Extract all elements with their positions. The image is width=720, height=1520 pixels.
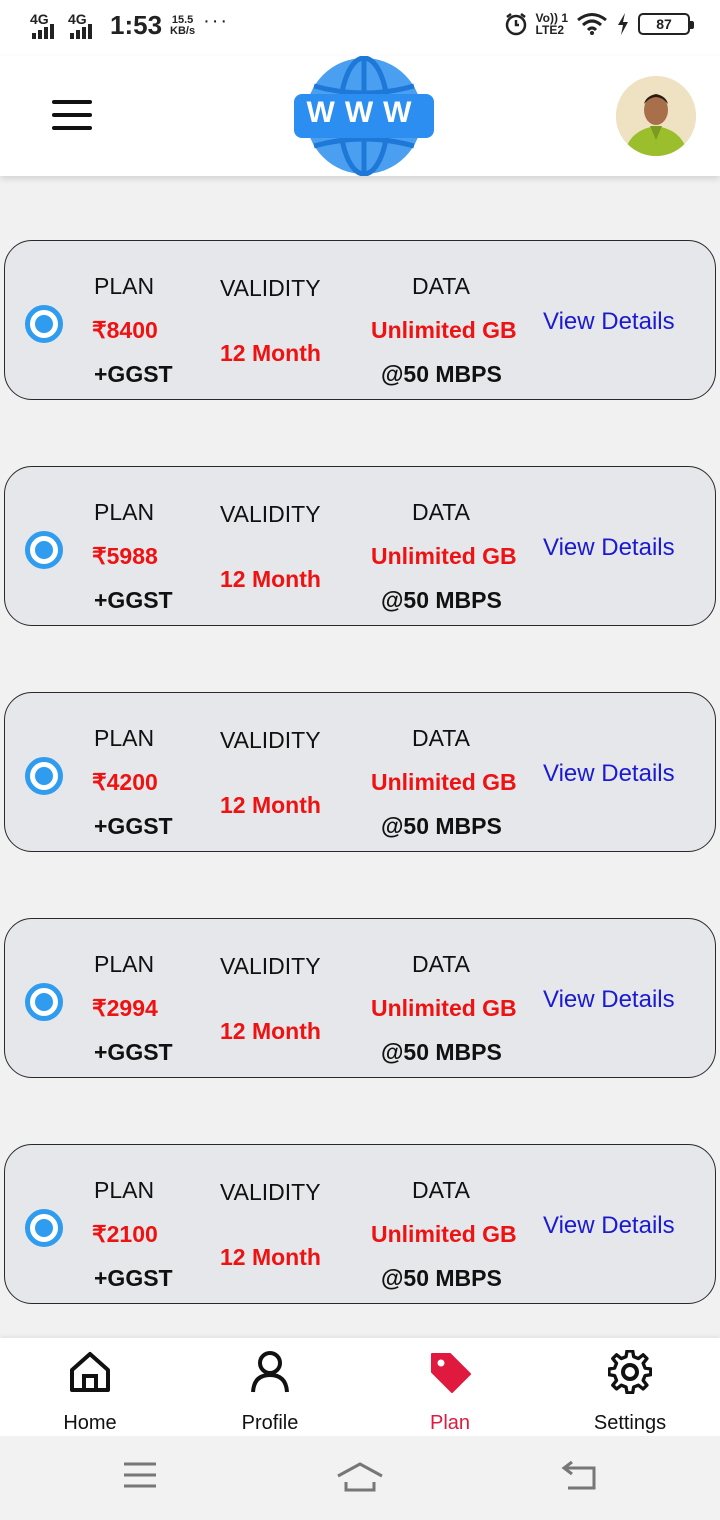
plan-card[interactable]: PLAN ₹8400 +GGST VALIDITY 12 Month DATA Unlimi… bbox=[4, 240, 716, 400]
plan-validity: 12 Month bbox=[220, 340, 321, 366]
avatar[interactable] bbox=[616, 76, 696, 156]
plan-data: Unlimited GB bbox=[371, 995, 517, 1021]
plan-price: ₹2100 bbox=[92, 1221, 158, 1247]
validity-label: VALIDITY bbox=[220, 953, 321, 979]
plan-radio-button[interactable] bbox=[25, 757, 63, 795]
nav-label-settings: Settings bbox=[593, 1412, 667, 1434]
nav-item-home[interactable]: Home bbox=[0, 1338, 180, 1436]
plan-tax: +GGST bbox=[94, 361, 173, 387]
plan-radio-button[interactable] bbox=[25, 305, 63, 343]
alarm-icon bbox=[505, 13, 526, 36]
plan-card[interactable]: PLAN ₹2100 +GGST VALIDITY 12 Month DATA Unlimi… bbox=[4, 1144, 716, 1304]
bottom-navigation: Home Profile Plan Settings bbox=[0, 1338, 720, 1436]
plan-data: Unlimited GB bbox=[371, 769, 517, 795]
data-label: DATA bbox=[412, 1177, 470, 1203]
plan-label: PLAN bbox=[94, 499, 155, 525]
view-details-link[interactable]: View Details bbox=[543, 308, 675, 336]
menu-button[interactable] bbox=[52, 100, 92, 132]
system-navigation-bar bbox=[0, 1436, 720, 1520]
battery-indicator: 87 bbox=[638, 13, 694, 35]
plan-speed: @50 MBPS bbox=[381, 587, 502, 613]
plan-radio-button[interactable] bbox=[25, 983, 63, 1021]
data-label: DATA bbox=[412, 725, 470, 751]
validity-label: VALIDITY bbox=[220, 727, 321, 753]
person-icon bbox=[251, 1351, 289, 1393]
plan-validity: 12 Month bbox=[220, 1018, 321, 1044]
signal-icon-2: 4G bbox=[68, 11, 98, 41]
plan-radio-button[interactable] bbox=[25, 1209, 63, 1247]
clock: 1:53 bbox=[110, 10, 163, 40]
gear-icon bbox=[608, 1350, 652, 1394]
status-bar: 4G 4G 1:53 15.5 KB/s ··· Vo)) 1 LTE2 87 bbox=[0, 0, 720, 56]
plan-tax: +GGST bbox=[94, 1039, 173, 1065]
data-label: DATA bbox=[412, 951, 470, 977]
plan-validity: 12 Month bbox=[220, 566, 321, 592]
plan-tax: +GGST bbox=[94, 813, 173, 839]
plan-label: PLAN bbox=[94, 273, 155, 299]
app-logo: WWW bbox=[292, 55, 436, 177]
app-bar: WWW bbox=[0, 55, 720, 177]
volte-indicator: Vo)) 1 LTE2 bbox=[535, 11, 568, 37]
validity-label: VALIDITY bbox=[220, 1179, 321, 1205]
validity-label: VALIDITY bbox=[220, 501, 321, 527]
plan-radio-button[interactable] bbox=[25, 531, 63, 569]
home-icon bbox=[70, 1352, 110, 1392]
more-notifications-icon: ··· bbox=[203, 10, 230, 32]
plan-card[interactable]: PLAN ₹2994 +GGST VALIDITY 12 Month DATA Unlimi… bbox=[4, 918, 716, 1078]
wifi-icon bbox=[577, 13, 607, 35]
nav-label-plan: Plan bbox=[429, 1412, 471, 1434]
plan-price: ₹8400 bbox=[92, 317, 158, 343]
plan-tax: +GGST bbox=[94, 1265, 173, 1291]
plan-tax: +GGST bbox=[94, 587, 173, 613]
plan-speed: @50 MBPS bbox=[381, 1265, 502, 1291]
plan-validity: 12 Month bbox=[220, 792, 321, 818]
plan-list: PLAN ₹8400 +GGST VALIDITY 12 Month DATA Unlimi… bbox=[0, 176, 720, 1338]
nav-label-profile: Profile bbox=[241, 1412, 299, 1434]
back-icon[interactable] bbox=[560, 1460, 598, 1492]
plan-data: Unlimited GB bbox=[371, 317, 517, 343]
plan-data: Unlimited GB bbox=[371, 543, 517, 569]
view-details-link[interactable]: View Details bbox=[543, 534, 675, 562]
plan-price: ₹5988 bbox=[92, 543, 158, 569]
recent-apps-icon[interactable] bbox=[122, 1460, 158, 1490]
plan-speed: @50 MBPS bbox=[381, 361, 502, 387]
nav-label-home: Home bbox=[63, 1412, 117, 1434]
charging-icon bbox=[618, 13, 628, 35]
logo-text: WWW bbox=[306, 96, 422, 129]
tag-icon bbox=[431, 1353, 471, 1393]
plan-card[interactable]: PLAN ₹4200 +GGST VALIDITY 12 Month DATA Unlimi… bbox=[4, 692, 716, 852]
plan-price: ₹2994 bbox=[92, 995, 158, 1021]
view-details-link[interactable]: View Details bbox=[543, 760, 675, 788]
signal-icon: 4G bbox=[30, 11, 60, 41]
plan-validity: 12 Month bbox=[220, 1244, 321, 1270]
view-details-link[interactable]: View Details bbox=[543, 986, 675, 1014]
plan-speed: @50 MBPS bbox=[381, 813, 502, 839]
nav-item-profile[interactable]: Profile bbox=[180, 1338, 360, 1436]
plan-price: ₹4200 bbox=[92, 769, 158, 795]
validity-label: VALIDITY bbox=[220, 275, 321, 301]
plan-speed: @50 MBPS bbox=[381, 1039, 502, 1065]
home-button-icon[interactable] bbox=[336, 1460, 384, 1494]
data-label: DATA bbox=[412, 273, 470, 299]
plan-data: Unlimited GB bbox=[371, 1221, 517, 1247]
view-details-link[interactable]: View Details bbox=[543, 1212, 675, 1240]
plan-label: PLAN bbox=[94, 1177, 155, 1203]
nav-item-plan[interactable]: Plan bbox=[360, 1338, 540, 1436]
plan-card[interactable]: PLAN ₹5988 +GGST VALIDITY 12 Month DATA Unlimi… bbox=[4, 466, 716, 626]
plan-label: PLAN bbox=[94, 951, 155, 977]
network-speed: 15.5 KB/s bbox=[170, 13, 196, 37]
plan-label: PLAN bbox=[94, 725, 155, 751]
nav-item-settings[interactable]: Settings bbox=[540, 1338, 720, 1436]
data-label: DATA bbox=[412, 499, 470, 525]
